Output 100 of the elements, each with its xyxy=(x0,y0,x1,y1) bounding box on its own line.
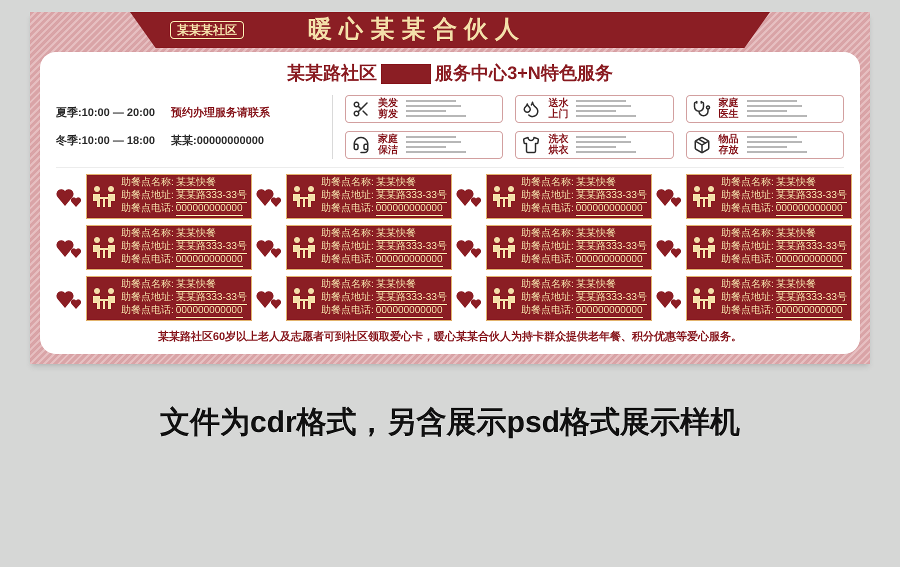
subtitle: 某某路社区 xyxy=(287,62,378,85)
partner-label: 助餐点电话: xyxy=(521,203,574,216)
partner-value: 某某快餐 xyxy=(176,279,216,292)
scissors-icon xyxy=(352,100,370,118)
opening-hours: 夏季:10:00 — 20:00 xyxy=(56,106,156,120)
partner-value: 某某路333-33号 xyxy=(776,292,847,305)
service-name: 物品 存放 xyxy=(718,134,739,156)
two-people-table-icon xyxy=(291,184,317,208)
partner-label: 助餐点地址: xyxy=(121,241,174,254)
partner-value: 某某路333-33号 xyxy=(376,190,447,203)
partner-label: 助餐点名称: xyxy=(521,228,574,240)
board-title: 暖心某某合伙人 xyxy=(308,18,526,42)
partner-value: 000000000000 xyxy=(776,254,843,267)
partner-value: 000000000000 xyxy=(176,254,243,267)
partner-value: 000000000000 xyxy=(576,203,643,216)
partner-value: 某某快餐 xyxy=(176,228,216,241)
shirt-icon xyxy=(522,136,540,154)
two-people-table-icon xyxy=(491,286,517,310)
partner-value: 某某路333-33号 xyxy=(376,292,447,305)
water-drops-icon xyxy=(522,100,540,118)
two-people-table-icon xyxy=(691,286,717,310)
partner-label: 助餐点名称: xyxy=(121,279,174,292)
partner-value: 000000000000 xyxy=(576,254,643,267)
service-name: 送水 上门 xyxy=(548,98,568,120)
notice-text: 某某路社区60岁以上老人及志愿者可到社区领取爱心卡，暖心某某合伙人为持卡群众提供老年餐、积分优惠等爱心服务。 xyxy=(156,330,744,345)
partner-label: 助餐点地址: xyxy=(121,292,174,304)
partner-label: 助餐点名称: xyxy=(121,177,174,190)
partner-label: 助餐点名称: xyxy=(121,228,174,240)
partner-label: 助餐点电话: xyxy=(521,254,574,267)
two-people-table-icon xyxy=(491,184,517,208)
partner-value: 某某快餐 xyxy=(376,228,416,241)
headset-icon xyxy=(352,136,370,154)
partner-label: 助餐点电话: xyxy=(121,203,174,216)
two-people-table-icon xyxy=(691,184,717,208)
partner-value: 某某快餐 xyxy=(776,279,816,292)
partner-value: 某某路333-33号 xyxy=(176,190,247,203)
partner-label: 助餐点电话: xyxy=(721,254,774,267)
partner-value: 某某快餐 xyxy=(776,228,816,241)
partner-label: 助餐点地址: xyxy=(521,241,574,254)
two-people-table-icon xyxy=(91,184,117,208)
partner-label: 助餐点电话: xyxy=(121,254,174,267)
partner-value: 某某路333-33号 xyxy=(576,241,647,254)
partner-label: 助餐点电话: xyxy=(321,203,374,216)
partner-value: 某某路333-33号 xyxy=(176,241,247,254)
partner-value: 某某快餐 xyxy=(176,177,216,190)
partner-label: 助餐点地址: xyxy=(321,292,374,304)
contact-note: 某某:00000000000 xyxy=(171,134,264,149)
partner-label: 助餐点名称: xyxy=(321,177,374,190)
partner-label: 助餐点地址: xyxy=(321,190,374,202)
partner-value: 000000000000 xyxy=(176,305,243,318)
partner-label: 助餐点名称: xyxy=(721,279,774,292)
partner-value: 某某路333-33号 xyxy=(776,241,847,254)
partner-value: 某某快餐 xyxy=(576,228,616,241)
partner-label: 助餐点名称: xyxy=(321,228,374,240)
service-name: 家庭 医生 xyxy=(718,98,739,120)
redacted-block xyxy=(381,64,432,84)
partner-label: 助餐点名称: xyxy=(721,177,774,190)
partner-label: 助餐点名称: xyxy=(721,228,774,240)
partner-label: 助餐点地址: xyxy=(721,292,774,304)
partner-value: 某某路333-33号 xyxy=(176,292,247,305)
two-people-table-icon xyxy=(491,236,517,260)
partner-label: 助餐点电话: xyxy=(721,305,774,318)
partner-label: 助餐点电话: xyxy=(721,203,774,216)
partner-value: 某某路333-33号 xyxy=(776,190,847,203)
partner-value: 000000000000 xyxy=(776,203,843,216)
two-people-table-icon xyxy=(291,286,317,310)
partner-label: 助餐点电话: xyxy=(521,305,574,318)
partner-value: 某某路333-33号 xyxy=(576,190,647,203)
partner-label: 助餐点地址: xyxy=(121,190,174,202)
opening-hours: 冬季:10:00 — 18:00 xyxy=(56,134,156,149)
partner-label: 助餐点地址: xyxy=(721,241,774,254)
partner-label: 助餐点名称: xyxy=(521,177,574,190)
partner-value: 000000000000 xyxy=(376,254,443,267)
partner-label: 助餐点名称: xyxy=(321,279,374,292)
service-name: 家庭 保洁 xyxy=(378,134,398,156)
partner-value: 某某快餐 xyxy=(376,279,416,292)
partner-value: 000000000000 xyxy=(776,305,843,318)
partner-label: 助餐点地址: xyxy=(321,241,374,254)
partner-value: 000000000000 xyxy=(376,305,443,318)
two-people-table-icon xyxy=(691,236,717,260)
partner-label: 助餐点地址: xyxy=(521,292,574,304)
partner-label: 助餐点地址: xyxy=(521,190,574,202)
service-name: 洗衣 烘衣 xyxy=(548,134,568,156)
two-people-table-icon xyxy=(91,236,117,260)
caption-text: 文件为cdr格式，另含展示psd格式展示样机 xyxy=(160,404,740,440)
two-people-table-icon xyxy=(91,286,117,310)
partner-value: 某某路333-33号 xyxy=(576,292,647,305)
two-people-table-icon xyxy=(291,236,317,260)
partner-value: 某某快餐 xyxy=(776,177,816,190)
package-icon xyxy=(692,136,711,154)
partner-value: 000000000000 xyxy=(576,305,643,318)
partner-label: 助餐点电话: xyxy=(121,305,174,318)
community-badge: 某某某社区 xyxy=(170,21,244,39)
partner-value: 某某快餐 xyxy=(376,177,416,190)
partner-label: 助餐点电话: xyxy=(321,254,374,267)
partner-value: 某某快餐 xyxy=(576,177,616,190)
contact-note: 预约办理服务请联系 xyxy=(171,106,270,120)
subtitle: 服务中心3+N特色服务 xyxy=(435,62,613,85)
partner-value: 某某快餐 xyxy=(576,279,616,292)
partner-value: 000000000000 xyxy=(176,203,243,216)
